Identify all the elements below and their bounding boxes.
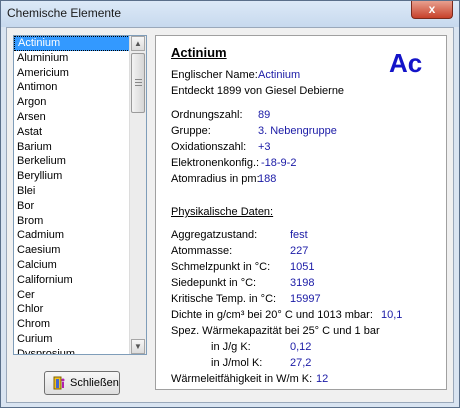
list-item[interactable]: Bor	[14, 199, 132, 214]
melting-label: Schmelzpunkt in °C:	[171, 261, 271, 273]
element-listbox[interactable]: Actinium Aluminium Americium Antimon Argon Ar…	[13, 35, 147, 355]
group-value: 3. Nebengruppe	[258, 125, 337, 137]
heat-jg-label: in J/g K:	[211, 341, 251, 353]
boiling-value: 3198	[290, 277, 315, 289]
mass-value: 227	[290, 245, 309, 257]
list-item[interactable]: Brom	[14, 214, 132, 229]
discovery-text: Entdeckt 1899 von Giesel Debierne	[171, 85, 345, 97]
close-button[interactable]: Schließen	[44, 371, 120, 395]
list-item[interactable]: Caesium	[14, 243, 132, 258]
heat-jg-value: 0,12	[290, 341, 312, 353]
density-label: Dichte in g/cm³ bei 20° C und 1013 mbar:	[171, 309, 373, 321]
list-item[interactable]: Chlor	[14, 302, 132, 317]
list-item[interactable]: Astat	[14, 125, 132, 140]
exit-door-icon	[53, 376, 65, 390]
state-label: Aggregatzustand:	[171, 229, 258, 241]
element-name: Actinium	[171, 45, 227, 60]
english-name-label: Englischer Name:	[171, 69, 258, 81]
list-item[interactable]: Americium	[14, 66, 132, 81]
scroll-down-icon[interactable]: ▼	[131, 339, 145, 354]
window-title: Chemische Elemente	[7, 6, 122, 20]
list-item[interactable]: Berkelium	[14, 154, 132, 169]
list-item[interactable]: Arsen	[14, 110, 132, 125]
radius-label: Atomradius in pm:	[171, 173, 260, 185]
group-label: Gruppe:	[171, 125, 211, 137]
density-value: 10,1	[381, 309, 403, 321]
atomic-number-label: Ordnungszahl:	[171, 109, 243, 121]
list-item[interactable]: Aluminium	[14, 51, 132, 66]
english-name-value: Actinium	[258, 69, 301, 81]
list-item[interactable]: Calcium	[14, 258, 132, 273]
heat-capacity-label: Spez. Wärmekapazität bei 25° C und 1 bar	[171, 325, 380, 337]
list-item[interactable]: Blei	[14, 184, 132, 199]
econfig-value: -18-9-2	[261, 157, 297, 169]
details-panel: Actinium Ac Englischer Name: Actinium En…	[155, 35, 447, 390]
close-button-label: Schließen	[70, 377, 119, 389]
list-item[interactable]: Argon	[14, 95, 132, 110]
conductivity-label: Wärmeleitfähigkeit in W/m K:	[171, 373, 313, 385]
title-bar[interactable]: Chemische Elemente x	[1, 1, 459, 27]
element-list-items: Actinium Aluminium Americium Antimon Argon Ar…	[14, 36, 132, 354]
heat-jmol-label: in J/mol K:	[211, 357, 263, 369]
radius-value: 188	[258, 173, 277, 185]
list-item[interactable]: Cadmium	[14, 228, 132, 243]
window-close-button[interactable]: x	[411, 1, 453, 19]
list-item[interactable]: Dysprosium	[14, 347, 132, 354]
econfig-label: Elektronenkonfig.:	[171, 157, 260, 169]
mass-label: Atommasse:	[171, 245, 233, 257]
list-item[interactable]: Antimon	[14, 80, 132, 95]
list-scrollbar[interactable]: ▲ ▼	[129, 36, 146, 354]
boiling-label: Siedepunkt in °C:	[171, 277, 257, 289]
list-item[interactable]: Beryllium	[14, 169, 132, 184]
scroll-up-icon[interactable]: ▲	[131, 36, 145, 51]
critical-value: 15997	[290, 293, 321, 305]
element-symbol: Ac	[389, 48, 423, 78]
app-window: Chemische Elemente x Actinium Aluminium Am…	[0, 0, 460, 408]
list-item[interactable]: Curium	[14, 332, 132, 347]
critical-label: Kritische Temp. in °C:	[171, 293, 277, 305]
oxidation-value: +3	[258, 141, 271, 153]
list-item[interactable]: Barium	[14, 140, 132, 155]
atomic-number-value: 89	[258, 109, 271, 121]
list-item[interactable]: Actinium	[14, 36, 132, 51]
melting-value: 1051	[290, 261, 315, 273]
oxidation-label: Oxidationszahl:	[171, 141, 247, 153]
physical-data-heading: Physikalische Daten:	[171, 206, 274, 218]
client-area: Actinium Aluminium Americium Antimon Argon Ar…	[6, 27, 454, 403]
scroll-thumb[interactable]	[131, 53, 145, 113]
heat-jmol-value: 27,2	[290, 357, 312, 369]
conductivity-value: 12	[316, 373, 329, 385]
state-value: fest	[290, 229, 308, 241]
list-item[interactable]: Californium	[14, 273, 132, 288]
list-item[interactable]: Chrom	[14, 317, 132, 332]
list-item[interactable]: Cer	[14, 288, 132, 303]
